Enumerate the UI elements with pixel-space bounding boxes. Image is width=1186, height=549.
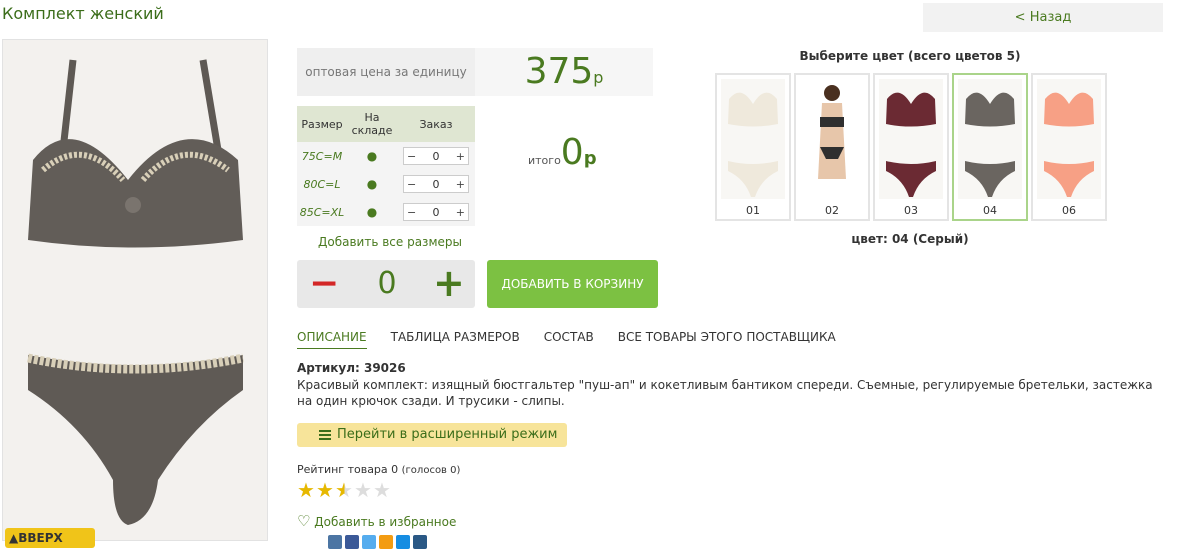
stock-header: На складе	[347, 106, 397, 142]
list-icon	[319, 430, 331, 440]
odnoklassniki-icon[interactable]	[379, 535, 393, 549]
in-stock-icon: ●	[347, 142, 397, 170]
color-label: 03	[904, 204, 918, 217]
decrement-button[interactable]: −	[407, 178, 416, 191]
table-row: 85C=XL ● − 0 +	[297, 198, 475, 226]
decrement-button[interactable]: −	[309, 260, 339, 308]
add-all-sizes-link[interactable]: Добавить все размеры	[318, 235, 462, 249]
in-stock-icon: ●	[347, 198, 397, 226]
heart-icon: ♡	[297, 512, 311, 530]
star-icon[interactable]: ★	[335, 480, 354, 500]
color-label: 04	[983, 204, 997, 217]
color-option[interactable]: 06	[1031, 73, 1107, 221]
color-heading: Выберите цвет (всего цветов 5)	[799, 49, 1021, 63]
total-label: итого	[528, 154, 561, 167]
sizes-table: Размер На складе Заказ 75C=M ● − 0 + 80C…	[297, 106, 475, 226]
star-icon[interactable]: ★	[297, 480, 316, 500]
price-value: 375р	[475, 48, 653, 96]
color-swatch-03	[879, 79, 943, 199]
color-option[interactable]: 02	[794, 73, 870, 221]
tab-composition[interactable]: СОСТАВ	[544, 330, 594, 349]
rating-votes: (голосов 0)	[401, 465, 461, 476]
increment-button[interactable]: +	[456, 150, 465, 163]
color-swatch-06	[1037, 79, 1101, 199]
quantity-stepper: − 0 +	[297, 260, 475, 308]
color-label: 06	[1062, 204, 1076, 217]
quantity-value[interactable]: 0	[367, 260, 407, 308]
color-option-selected[interactable]: 04	[952, 73, 1028, 221]
extended-mode-label: Перейти в расширенный режим	[337, 427, 558, 442]
color-option[interactable]: 01	[715, 73, 791, 221]
color-swatch-04	[958, 79, 1022, 199]
info-tabs: ОПИСАНИЕ ТАБЛИЦА РАЗМЕРОВ СОСТАВ ВСЕ ТОВ…	[297, 330, 836, 349]
size-cell: 85C=XL	[297, 198, 347, 226]
lingerie-illustration	[3, 40, 267, 540]
color-label: 02	[825, 204, 839, 217]
size-cell: 75C=M	[297, 142, 347, 170]
in-stock-icon: ●	[347, 170, 397, 198]
size-header: Размер	[297, 106, 347, 142]
total-amount: 0	[560, 132, 584, 173]
page-title: Комплект женский	[2, 4, 164, 23]
facebook-icon[interactable]	[345, 535, 359, 549]
product-description: Красивый комплект: изящный бюстгальтер "…	[297, 378, 1153, 408]
stepper-value[interactable]: 0	[433, 206, 440, 219]
color-swatch-01	[721, 79, 785, 199]
product-photo[interactable]	[2, 39, 268, 541]
price-currency: р	[593, 68, 604, 87]
rating-text: Рейтинг товара 0 (голосов 0)	[297, 463, 460, 476]
decrement-button[interactable]: −	[407, 150, 416, 163]
color-label: 01	[746, 204, 760, 217]
mailru-icon[interactable]	[396, 535, 410, 549]
star-icon[interactable]: ★	[373, 480, 392, 500]
total: итого0р	[528, 132, 597, 173]
star-icon[interactable]: ★	[316, 480, 335, 500]
vk-icon[interactable]	[328, 535, 342, 549]
extended-mode-button[interactable]: Перейти в расширенный режим	[297, 423, 567, 447]
color-option[interactable]: 03	[873, 73, 949, 221]
increment-button[interactable]: +	[433, 260, 465, 308]
decrement-button[interactable]: −	[407, 206, 416, 219]
stepper-value[interactable]: 0	[433, 150, 440, 163]
tab-supplier-products[interactable]: ВСЕ ТОВАРЫ ЭТОГО ПОСТАВЩИКА	[618, 330, 836, 349]
price-label: оптовая цена за единицу	[297, 48, 475, 96]
color-swatch-02	[800, 79, 864, 199]
social-share	[328, 535, 427, 549]
scroll-up-button[interactable]: ▲ВВЕРХ	[5, 528, 95, 548]
table-row: 80C=L ● − 0 +	[297, 170, 475, 198]
add-to-cart-button[interactable]: ДОБАВИТЬ В КОРЗИНУ	[487, 260, 658, 308]
quantity-stepper[interactable]: − 0 +	[403, 203, 469, 221]
livejournal-icon[interactable]	[413, 535, 427, 549]
favorites-label: Добавить в избранное	[314, 515, 457, 529]
size-cell: 80C=L	[297, 170, 347, 198]
selected-color: цвет: 04 (Серый)	[851, 232, 969, 246]
order-header: Заказ	[397, 106, 475, 142]
rating-label: Рейтинг товара 0	[297, 463, 399, 476]
table-row: 75C=M ● − 0 +	[297, 142, 475, 170]
tab-description[interactable]: ОПИСАНИЕ	[297, 330, 367, 349]
total-currency: р	[583, 148, 597, 169]
stepper-value[interactable]: 0	[433, 178, 440, 191]
quantity-stepper[interactable]: − 0 +	[403, 175, 469, 193]
add-to-favorites-link[interactable]: ♡ Добавить в избранное	[297, 512, 456, 530]
price-amount: 375	[524, 51, 594, 92]
rating-stars: ★ ★ ★ ★ ★	[297, 480, 392, 500]
increment-button[interactable]: +	[456, 206, 465, 219]
color-thumbnails: 01 02 03 04 06	[715, 73, 1107, 221]
quantity-stepper[interactable]: − 0 +	[403, 147, 469, 165]
article-number: Артикул: 39026	[297, 361, 406, 375]
twitter-icon[interactable]	[362, 535, 376, 549]
back-link[interactable]: < Назад	[923, 3, 1163, 32]
increment-button[interactable]: +	[456, 178, 465, 191]
star-icon[interactable]: ★	[354, 480, 373, 500]
tab-size-table[interactable]: ТАБЛИЦА РАЗМЕРОВ	[391, 330, 520, 349]
